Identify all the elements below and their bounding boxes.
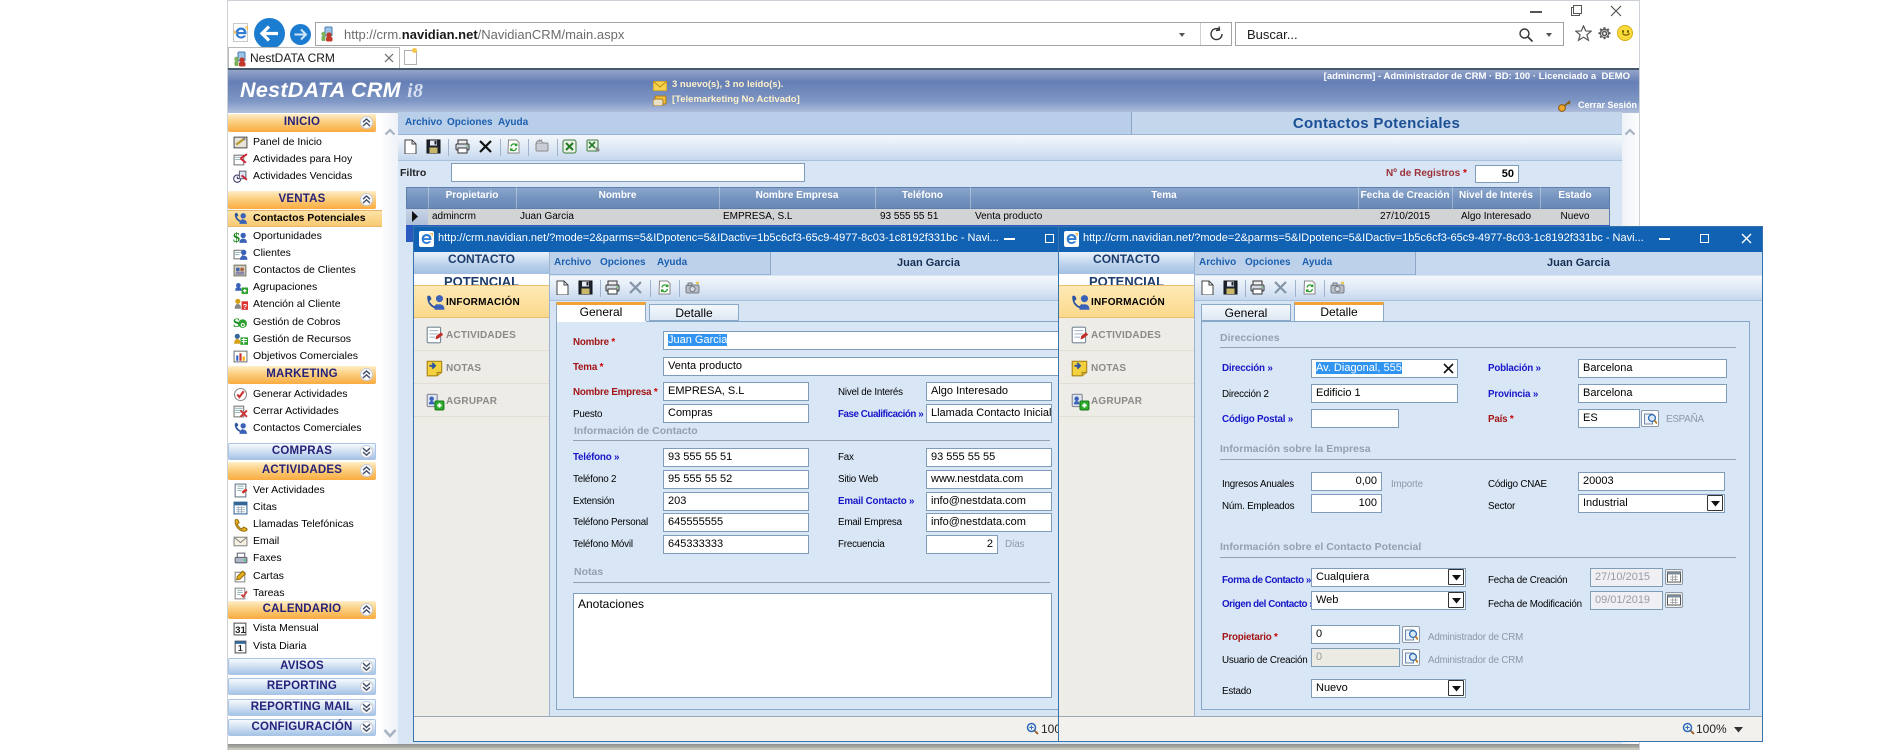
svg-text:31: 31 xyxy=(235,625,246,636)
svg-text:?: ? xyxy=(243,302,248,311)
svg-text:$: $ xyxy=(233,231,240,244)
svg-text:o: o xyxy=(241,320,246,329)
svg-text:1: 1 xyxy=(238,643,243,653)
